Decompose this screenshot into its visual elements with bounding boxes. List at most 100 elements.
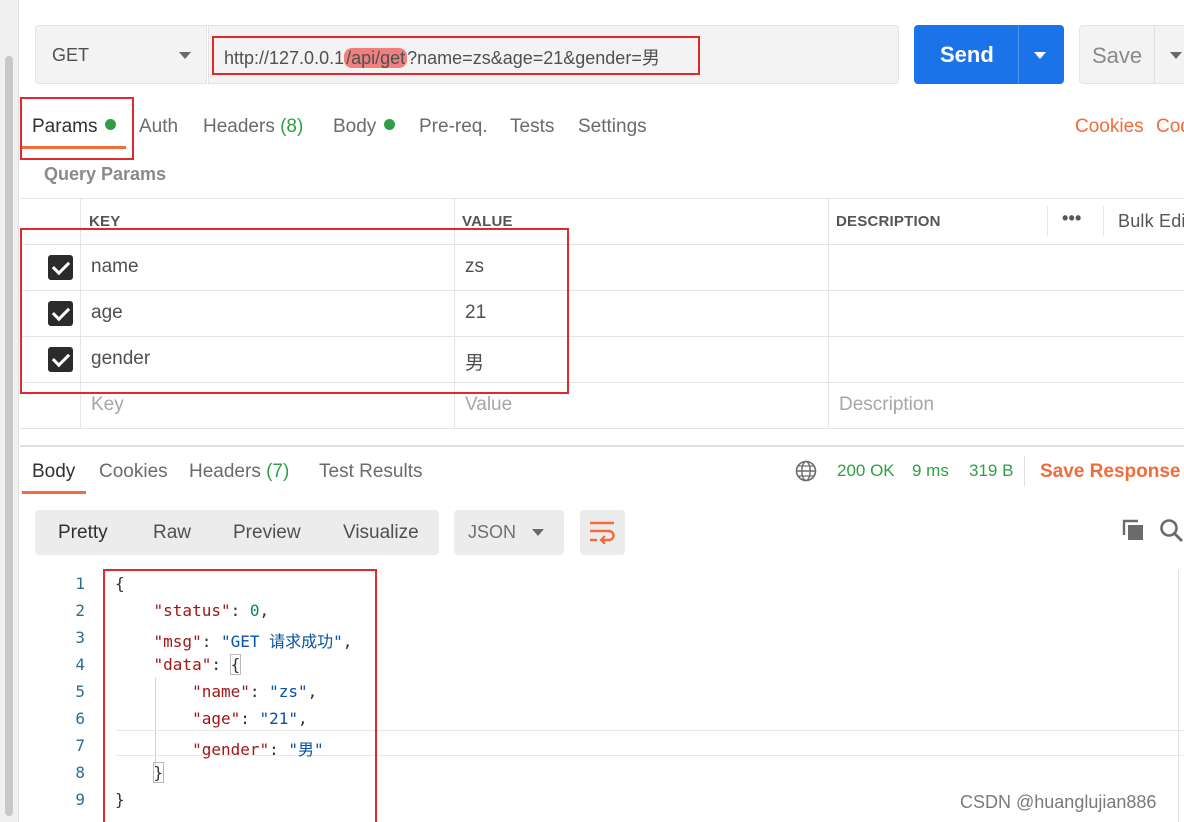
- header-divider: [1103, 206, 1104, 236]
- copy-icon[interactable]: [1121, 518, 1145, 542]
- param-checkbox-name[interactable]: [48, 255, 73, 280]
- line-number: 6: [75, 709, 85, 728]
- globe-icon[interactable]: [795, 460, 817, 482]
- line-number: 9: [75, 790, 85, 809]
- table-border-bottom: [20, 428, 1184, 429]
- json-key: "name": [192, 682, 250, 701]
- new-value-input[interactable]: Value: [465, 394, 512, 416]
- response-tab-cookies[interactable]: Cookies: [99, 461, 168, 483]
- tab-settings[interactable]: Settings: [578, 116, 647, 138]
- json-line: }: [115, 762, 165, 783]
- chevron-down-icon: [532, 529, 544, 536]
- tab-params[interactable]: Params: [32, 116, 117, 138]
- tab-tests[interactable]: Tests: [510, 116, 554, 138]
- method-label: GET: [52, 45, 90, 65]
- row-divider: [20, 336, 1184, 337]
- format-label: JSON: [468, 522, 517, 542]
- tab-auth[interactable]: Auth: [139, 116, 178, 138]
- header-divider: [1047, 206, 1048, 236]
- wrap-lines-button[interactable]: [580, 510, 625, 555]
- send-divider: [1018, 25, 1019, 84]
- tab-body-label: Body: [333, 116, 377, 137]
- param-checkbox-gender[interactable]: [48, 347, 73, 372]
- param-value-cell[interactable]: zs: [465, 256, 484, 278]
- chevron-down-icon: [179, 52, 191, 59]
- json-key: "data": [153, 655, 212, 674]
- more-options-icon[interactable]: •••: [1062, 208, 1082, 229]
- new-key-input[interactable]: Key: [91, 394, 124, 416]
- tab-headers[interactable]: Headers (8): [203, 116, 303, 138]
- search-icon[interactable]: [1159, 518, 1184, 543]
- view-pretty[interactable]: Pretty: [58, 522, 108, 544]
- view-raw[interactable]: Raw: [153, 522, 191, 544]
- param-checkbox-age[interactable]: [48, 301, 73, 326]
- bracket-match: }: [152, 762, 165, 783]
- url-host: http://127.0.0.1: [224, 48, 345, 68]
- view-visualize[interactable]: Visualize: [343, 522, 419, 544]
- param-key-cell[interactable]: name: [91, 256, 139, 278]
- json-string: "21": [259, 709, 299, 728]
- tab-headers-label: Headers: [203, 116, 275, 137]
- tab-body[interactable]: Body: [333, 116, 396, 138]
- line-number: 5: [75, 682, 85, 701]
- table-border-top: [20, 198, 1184, 199]
- table-header-border: [20, 244, 1184, 245]
- method-select[interactable]: GET: [35, 25, 207, 84]
- json-string: "zs": [269, 682, 308, 701]
- line-number: 4: [75, 655, 85, 674]
- json-string: "男": [288, 740, 324, 759]
- json-line: {: [115, 574, 125, 593]
- response-tab-test-results[interactable]: Test Results: [319, 461, 422, 483]
- response-tab-headers-label: Headers: [189, 461, 261, 482]
- param-key-cell[interactable]: age: [91, 302, 123, 324]
- body-active-dot: [384, 119, 396, 130]
- bulk-edit-link[interactable]: Bulk Edi: [1118, 211, 1184, 232]
- new-description-input[interactable]: Description: [839, 394, 934, 416]
- row-divider: [20, 382, 1184, 383]
- tab-params-underline: [22, 146, 126, 149]
- param-value-cell[interactable]: 21: [465, 302, 486, 324]
- param-value-cell[interactable]: 男: [465, 348, 484, 375]
- json-string: "GET 请求成功": [220, 632, 343, 651]
- wrap-lines-icon: [590, 521, 615, 544]
- save-response-button[interactable]: Save Response▼: [1040, 461, 1184, 483]
- json-key: "gender": [192, 740, 270, 759]
- response-tab-underline: [22, 491, 86, 494]
- send-options-chevron-icon[interactable]: [1034, 52, 1046, 59]
- format-select[interactable]: JSON: [454, 510, 564, 555]
- cookies-link[interactable]: Cookies: [1075, 116, 1144, 138]
- json-line: "data": {: [153, 654, 242, 675]
- response-status[interactable]: 200 OK: [837, 461, 895, 481]
- current-line-highlight: [117, 730, 1184, 731]
- response-size[interactable]: 319 B: [969, 461, 1013, 481]
- url-query: ?name=zs&age=21&gender=男: [407, 48, 660, 68]
- json-number: 0: [249, 601, 260, 620]
- left-scrollbar[interactable]: [0, 0, 19, 822]
- send-button[interactable]: Send: [914, 25, 1064, 84]
- scrollbar-thumb[interactable]: [5, 56, 13, 816]
- url-text: http://127.0.0.1/api/get ?name=zs&age=21&…: [224, 44, 660, 70]
- save-options-chevron-icon[interactable]: [1170, 52, 1182, 59]
- response-tab-body[interactable]: Body: [32, 461, 75, 483]
- response-tab-headers[interactable]: Headers (7): [189, 461, 289, 483]
- row-divider: [20, 290, 1184, 291]
- param-key-cell[interactable]: gender: [91, 348, 150, 370]
- line-number: 1: [75, 574, 85, 593]
- response-time[interactable]: 9 ms: [912, 461, 949, 481]
- view-preview[interactable]: Preview: [233, 522, 301, 544]
- send-label: Send: [940, 42, 994, 67]
- watermark: CSDN @huanglujian886: [960, 792, 1157, 812]
- json-key: "age": [192, 709, 241, 728]
- code-link[interactable]: Cod: [1156, 116, 1184, 138]
- url-path-highlight: /api/get: [344, 48, 408, 68]
- editor-scrollbar[interactable]: [1178, 570, 1179, 822]
- save-label: Save: [1092, 43, 1143, 68]
- params-active-dot: [105, 119, 117, 130]
- save-divider: [1154, 26, 1155, 83]
- url-input[interactable]: http://127.0.0.1/api/get ?name=zs&age=21&…: [208, 25, 899, 84]
- view-mode-segmented: Pretty Raw Preview Visualize: [35, 510, 439, 555]
- pane-divider[interactable]: [20, 445, 1184, 447]
- line-number: 3: [75, 628, 85, 647]
- tab-prereq[interactable]: Pre-req.: [419, 116, 488, 138]
- save-button[interactable]: Save: [1079, 25, 1184, 84]
